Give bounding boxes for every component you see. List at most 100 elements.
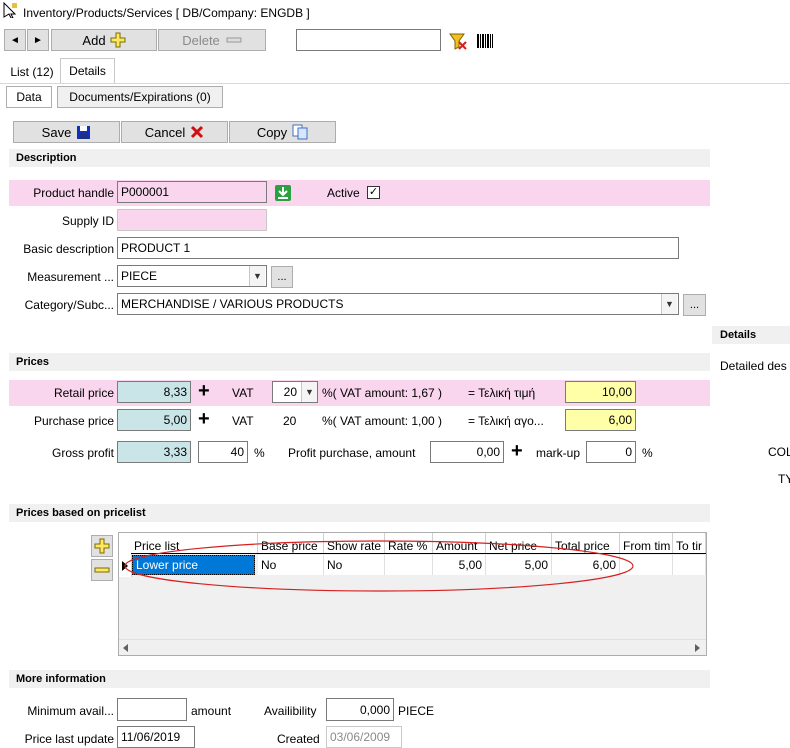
delete-button[interactable]: Delete [158, 29, 266, 51]
subtab-documents[interactable]: Documents/Expirations (0) [57, 86, 223, 108]
purchase-vat-label: VAT [232, 414, 254, 428]
copy-icon [292, 124, 308, 140]
purchase-vat-amount: %( VAT amount: 1,00 ) [322, 414, 443, 428]
markup-input[interactable]: 0 [586, 441, 636, 463]
active-checkbox[interactable]: ✓ [367, 186, 380, 199]
cancel-button-label: Cancel [144, 124, 186, 140]
col-header-to-time[interactable]: To tir [673, 533, 706, 553]
section-more-information: More information [9, 670, 710, 688]
category-value: MERCHANDISE / VARIOUS PRODUCTS [121, 297, 344, 311]
plus-icon[interactable]: + [198, 409, 210, 429]
scroll-left-icon[interactable] [123, 644, 129, 652]
chevron-down-icon[interactable]: ▼ [301, 382, 317, 402]
add-button[interactable]: Add [51, 29, 157, 51]
cancel-x-icon [191, 125, 204, 139]
retail-final-input[interactable]: 10,00 [565, 381, 636, 403]
purchase-final-label: = Τελική αγο... [468, 414, 544, 428]
measurement-select[interactable]: PIECE [117, 265, 267, 287]
prev-arrow-icon: ◄ [10, 34, 20, 46]
active-label: Active [327, 186, 360, 200]
subtab-data[interactable]: Data [6, 86, 52, 108]
category-lookup-button[interactable]: ... [683, 294, 706, 316]
section-description: Description [9, 149, 710, 167]
minimum-availability-input[interactable] [117, 698, 187, 721]
annotation-ellipse [124, 540, 634, 592]
purchase-vat-value: 20 [283, 414, 297, 428]
retail-vat-value: 20 [283, 385, 297, 399]
scroll-right-icon[interactable] [695, 644, 701, 652]
tab-details[interactable]: Details [60, 58, 115, 83]
minus-icon [226, 37, 242, 43]
filter-clear-icon[interactable] [448, 31, 468, 51]
minus-icon [94, 567, 110, 573]
title-bar: Inventory/Products/Services [ DB/Company… [0, 0, 790, 24]
created-input: 03/06/2009 [326, 726, 402, 748]
basic-description-input[interactable]: PRODUCT 1 [117, 237, 679, 259]
add-plus-icon [110, 32, 126, 48]
price-last-update-label: Price last update [24, 732, 114, 746]
cancel-button[interactable]: Cancel [121, 121, 228, 143]
section-prices: Prices [9, 353, 710, 371]
delete-button-label: Delete [182, 32, 220, 48]
retail-price-input[interactable]: 8,33 [117, 381, 191, 403]
remove-pricelist-row-button[interactable] [91, 559, 113, 581]
chevron-down-icon[interactable]: ▼ [661, 294, 677, 314]
prev-button[interactable]: ◄ [4, 29, 26, 51]
availability-label: Availibility [264, 704, 317, 718]
basic-description-label: Basic description [23, 242, 114, 256]
gross-profit-label: Gross profit [51, 446, 114, 460]
add-button-label: Add [82, 32, 106, 48]
measurement-label: Measurement ... [27, 270, 114, 284]
tab-divider [0, 83, 790, 84]
supply-id-label: Supply ID [61, 214, 114, 228]
search-input[interactable] [296, 29, 441, 51]
measurement-value: PIECE [121, 269, 158, 283]
category-label: Category/Subc... [24, 298, 114, 312]
profit-amount-input[interactable]: 0,00 [430, 441, 504, 463]
side-col-label: COL [768, 445, 790, 459]
details-side-header: Details [712, 326, 790, 344]
retail-price-label: Retail price [53, 386, 114, 400]
purchase-price-input[interactable]: 5,00 [117, 409, 191, 431]
minimum-availability-label: Minimum avail... [27, 704, 114, 718]
plus-icon[interactable]: + [511, 441, 523, 461]
save-button[interactable]: Save [13, 121, 120, 143]
category-select[interactable]: MERCHANDISE / VARIOUS PRODUCTS [117, 293, 679, 315]
gross-profit-percent-input[interactable]: 40 [198, 441, 248, 463]
next-button[interactable]: ► [27, 29, 49, 51]
measurement-lookup-button[interactable]: ... [271, 266, 293, 288]
window-title: Inventory/Products/Services [ DB/Company… [23, 6, 310, 20]
table-row-to-time[interactable] [673, 555, 706, 575]
horizontal-scrollbar[interactable] [119, 639, 706, 655]
profit-amount-label: Profit purchase, amount [288, 446, 416, 460]
availability-input[interactable]: 0,000 [326, 698, 394, 721]
created-label: Created [277, 732, 320, 746]
markup-percent-sign: % [642, 446, 653, 460]
copy-button-label: Copy [256, 124, 288, 140]
markup-label: mark-up [536, 446, 581, 460]
availability-unit: PIECE [398, 704, 435, 718]
side-ty-label: TY [778, 472, 790, 486]
download-icon[interactable] [274, 184, 292, 202]
chevron-down-icon[interactable]: ▼ [249, 266, 265, 286]
barcode-icon[interactable] [475, 31, 495, 51]
add-pricelist-row-button[interactable] [91, 535, 113, 557]
gross-percent-sign: % [254, 446, 265, 460]
product-handle-label: Product handle [33, 186, 114, 200]
app-icon [3, 2, 17, 18]
copy-button[interactable]: Copy [229, 121, 336, 143]
purchase-final-input[interactable]: 6,00 [565, 409, 636, 431]
retail-vat-label: VAT [232, 386, 254, 400]
add-plus-icon [94, 538, 110, 554]
supply-id-input[interactable] [117, 209, 267, 231]
plus-icon[interactable]: + [198, 381, 210, 401]
gross-profit-input[interactable]: 3,33 [117, 441, 191, 463]
retail-final-label: = Τελική τιμή [468, 386, 536, 400]
save-button-label: Save [41, 124, 72, 140]
product-handle-input[interactable]: P000001 [117, 181, 267, 203]
tab-list[interactable]: List (12) [4, 61, 60, 83]
price-last-update-input[interactable]: 11/06/2019 [117, 726, 195, 748]
section-pricelist: Prices based on pricelist [9, 504, 710, 522]
next-arrow-icon: ► [33, 34, 43, 46]
purchase-price-label: Purchase price [33, 414, 114, 428]
